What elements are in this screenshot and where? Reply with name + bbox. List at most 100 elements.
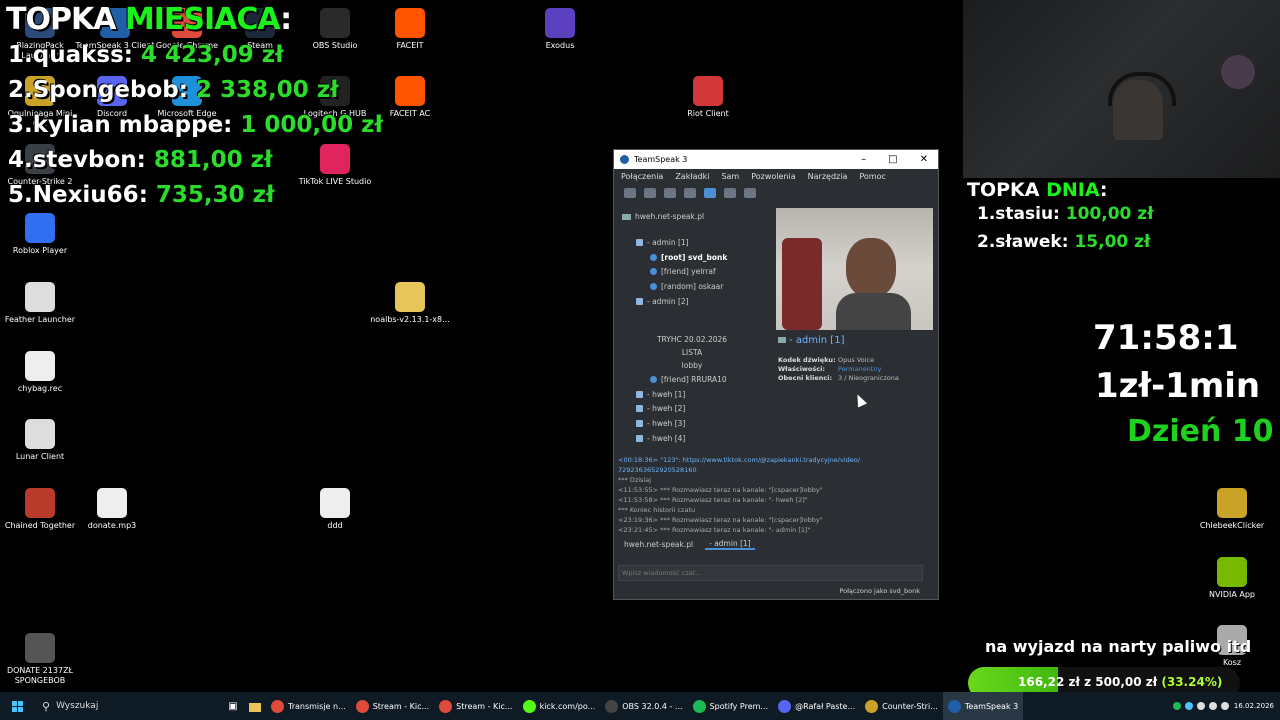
- away-icon[interactable]: [684, 188, 696, 198]
- bookmark-icon[interactable]: [704, 188, 716, 198]
- channel-row[interactable]: - hweh [2]: [636, 404, 685, 413]
- chat-line[interactable]: <00:18:36> "123": https://www.tiktok.com…: [618, 455, 934, 465]
- task-view-icon[interactable]: ▣: [222, 701, 244, 712]
- desktop-icon-obs-studio[interactable]: OBS Studio: [295, 8, 375, 51]
- monthly-rank-3: 3.kylian mbappe: 1 000,00 zł: [8, 112, 384, 138]
- system-tray[interactable]: 16.02.2026: [1172, 702, 1280, 710]
- ts-menubar: Połączenia Zakładki Sam Pozwolenia Narzędzia…: [614, 169, 938, 183]
- minimize-button[interactable]: –: [861, 154, 866, 165]
- icon-label: ddd: [327, 521, 343, 530]
- channel-row[interactable]: - hweh [1]: [636, 390, 685, 399]
- close-button[interactable]: ✕: [920, 154, 928, 165]
- taskbar-item[interactable]: Stream - Kic...: [351, 692, 434, 720]
- channel-icon: [636, 420, 643, 427]
- ts-titlebar[interactable]: TeamSpeak 3 – □ ✕: [614, 150, 938, 169]
- desktop-icon-exodus[interactable]: Exodus: [520, 8, 600, 51]
- app-icon: [1217, 557, 1247, 587]
- taskbar-item[interactable]: OBS 32.0.4 - ...: [600, 692, 687, 720]
- desktop-icon-donate-mp3[interactable]: donate.mp3: [72, 488, 152, 531]
- menu-item-4[interactable]: Narzędzia: [808, 172, 848, 181]
- menu-item-0[interactable]: Połączenia: [621, 172, 663, 181]
- desktop-icon-chlebeekclicker[interactable]: ChlebeekClicker: [1192, 488, 1272, 531]
- mouse-cursor-icon: [852, 392, 868, 408]
- menu-item-3[interactable]: Pozwolenia: [751, 172, 795, 181]
- app-icon: [1217, 488, 1247, 518]
- daily-rank-1: 1.stasiu: 100,00 zł: [977, 204, 1154, 224]
- desktop-icon-riot-client[interactable]: Riot Client: [668, 76, 748, 119]
- icon-label: ChlebeekClicker: [1199, 521, 1265, 530]
- desktop-icon-nvidia-app[interactable]: NVIDIA App: [1192, 557, 1272, 600]
- tab-channel[interactable]: - admin [1]: [705, 539, 755, 550]
- app-icon: [693, 76, 723, 106]
- desktop-icon-chybag-rec[interactable]: chybag.rec: [0, 351, 80, 394]
- icon-label: OBS Studio: [312, 41, 358, 50]
- taskbar-item[interactable]: @Rafał Paste...: [773, 692, 860, 720]
- windows-icon: [11, 700, 23, 712]
- client-row[interactable]: [friend] yelrraf: [650, 267, 716, 276]
- chat-line[interactable]: 7292363652920528160: [618, 465, 934, 475]
- desktop-icon-donate-2137z-spongebob[interactable]: DONATE 2137ZŁ SPONGEBOB: [0, 633, 80, 686]
- channel-tree[interactable]: hweh.net-speak.pl - admin [1] [root] svd_…: [618, 208, 768, 448]
- server-row[interactable]: hweh.net-speak.pl: [622, 212, 704, 221]
- client-row[interactable]: [friend] RRURA10: [650, 375, 727, 384]
- info-row: Właściwości: Permanentny: [778, 365, 899, 374]
- desktop-icon-ddd[interactable]: ddd: [295, 488, 375, 531]
- desktop-icon-lunar-client[interactable]: Lunar Client: [0, 419, 80, 462]
- app-icon: [25, 419, 55, 449]
- app-icon: [395, 76, 425, 106]
- client-row[interactable]: [random] oskaar: [650, 282, 723, 291]
- taskbar-item[interactable]: Stream - Kic...: [434, 692, 517, 720]
- person-head: [846, 238, 896, 298]
- search-box[interactable]: ⚲ Wyszukaj: [34, 700, 222, 713]
- info-row: Kodek dźwięku: Opus Voice: [778, 356, 899, 365]
- tray-icons[interactable]: [1172, 702, 1229, 710]
- menu-item-1[interactable]: Zakładki: [675, 172, 709, 181]
- app-icon: [25, 282, 55, 312]
- clock-date[interactable]: 16.02.2026: [1234, 702, 1274, 710]
- app-icon: [320, 144, 350, 174]
- menu-item-5[interactable]: Pomoc: [859, 172, 886, 181]
- channel-row[interactable]: - hweh [3]: [636, 419, 685, 428]
- taskbar-item[interactable]: Transmisje n...: [266, 692, 351, 720]
- desktop-icon-noalbs-v2-13-1-x8[interactable]: noalbs-v2.13.1-x8...: [370, 282, 450, 325]
- channel-icon[interactable]: [724, 188, 736, 198]
- start-button[interactable]: [0, 692, 34, 720]
- taskbar-item[interactable]: Spotify Prem...: [688, 692, 774, 720]
- icon-label: Riot Client: [687, 109, 729, 118]
- desktop-icon-roblox-player[interactable]: Roblox Player: [0, 213, 80, 256]
- tab-server[interactable]: hweh.net-speak.pl: [618, 540, 693, 549]
- maximize-button[interactable]: □: [888, 154, 897, 165]
- spacer-row[interactable]: lobby: [622, 361, 762, 370]
- chat-input[interactable]: Wpisz wiadomość czat...: [618, 565, 923, 581]
- disconnect-icon[interactable]: [624, 188, 636, 198]
- channel-row[interactable]: - hweh [4]: [636, 434, 685, 443]
- client-row[interactable]: [root] svd_bonk: [650, 253, 727, 262]
- desktop-icon-feather-launcher[interactable]: Feather Launcher: [0, 282, 80, 325]
- channel-row[interactable]: - admin [2]: [636, 297, 689, 306]
- spacer-row[interactable]: LISTA: [622, 348, 762, 357]
- menu-item-2[interactable]: Sam: [721, 172, 739, 181]
- teamspeak-window[interactable]: TeamSpeak 3 – □ ✕ Połączenia Zakładki Sam P…: [613, 149, 939, 600]
- status-bar: Połączono jako svd_bonk: [614, 584, 938, 598]
- taskbar-item[interactable]: TeamSpeak 3: [942, 692, 1024, 720]
- app-icon: [97, 488, 127, 518]
- mute-mic-icon[interactable]: [644, 188, 656, 198]
- desktop-icon-faceit[interactable]: FACEIT: [370, 8, 450, 51]
- chat-line: <23:21:45> *** Rozmawiasz teraz na kanal…: [618, 526, 811, 534]
- channel-icon: [636, 391, 643, 398]
- spacer-row[interactable]: TRYHC 20.02.2026: [622, 335, 762, 344]
- info-value: 3 / Nieograniczona: [838, 374, 899, 382]
- info-value: Opus Voice: [838, 356, 875, 364]
- daily-rank-2: 2.sławek: 15,00 zł: [977, 232, 1151, 252]
- tree-label: [random] oskaar: [661, 282, 724, 291]
- desktop-icon-chained-together[interactable]: Chained Together: [0, 488, 80, 531]
- whisper-icon[interactable]: [744, 188, 756, 198]
- file-explorer-icon[interactable]: [244, 697, 266, 716]
- taskbar-item[interactable]: Counter-Stri...: [860, 692, 943, 720]
- tree-label: - hweh [1]: [647, 390, 686, 399]
- channel-row[interactable]: - admin [1]: [636, 238, 689, 247]
- taskbar-item[interactable]: kick.com/po...: [518, 692, 601, 720]
- mute-speaker-icon[interactable]: [664, 188, 676, 198]
- desktop-icon-tiktok-live-studio[interactable]: TikTok LIVE Studio: [295, 144, 375, 187]
- app-icon: [25, 351, 55, 381]
